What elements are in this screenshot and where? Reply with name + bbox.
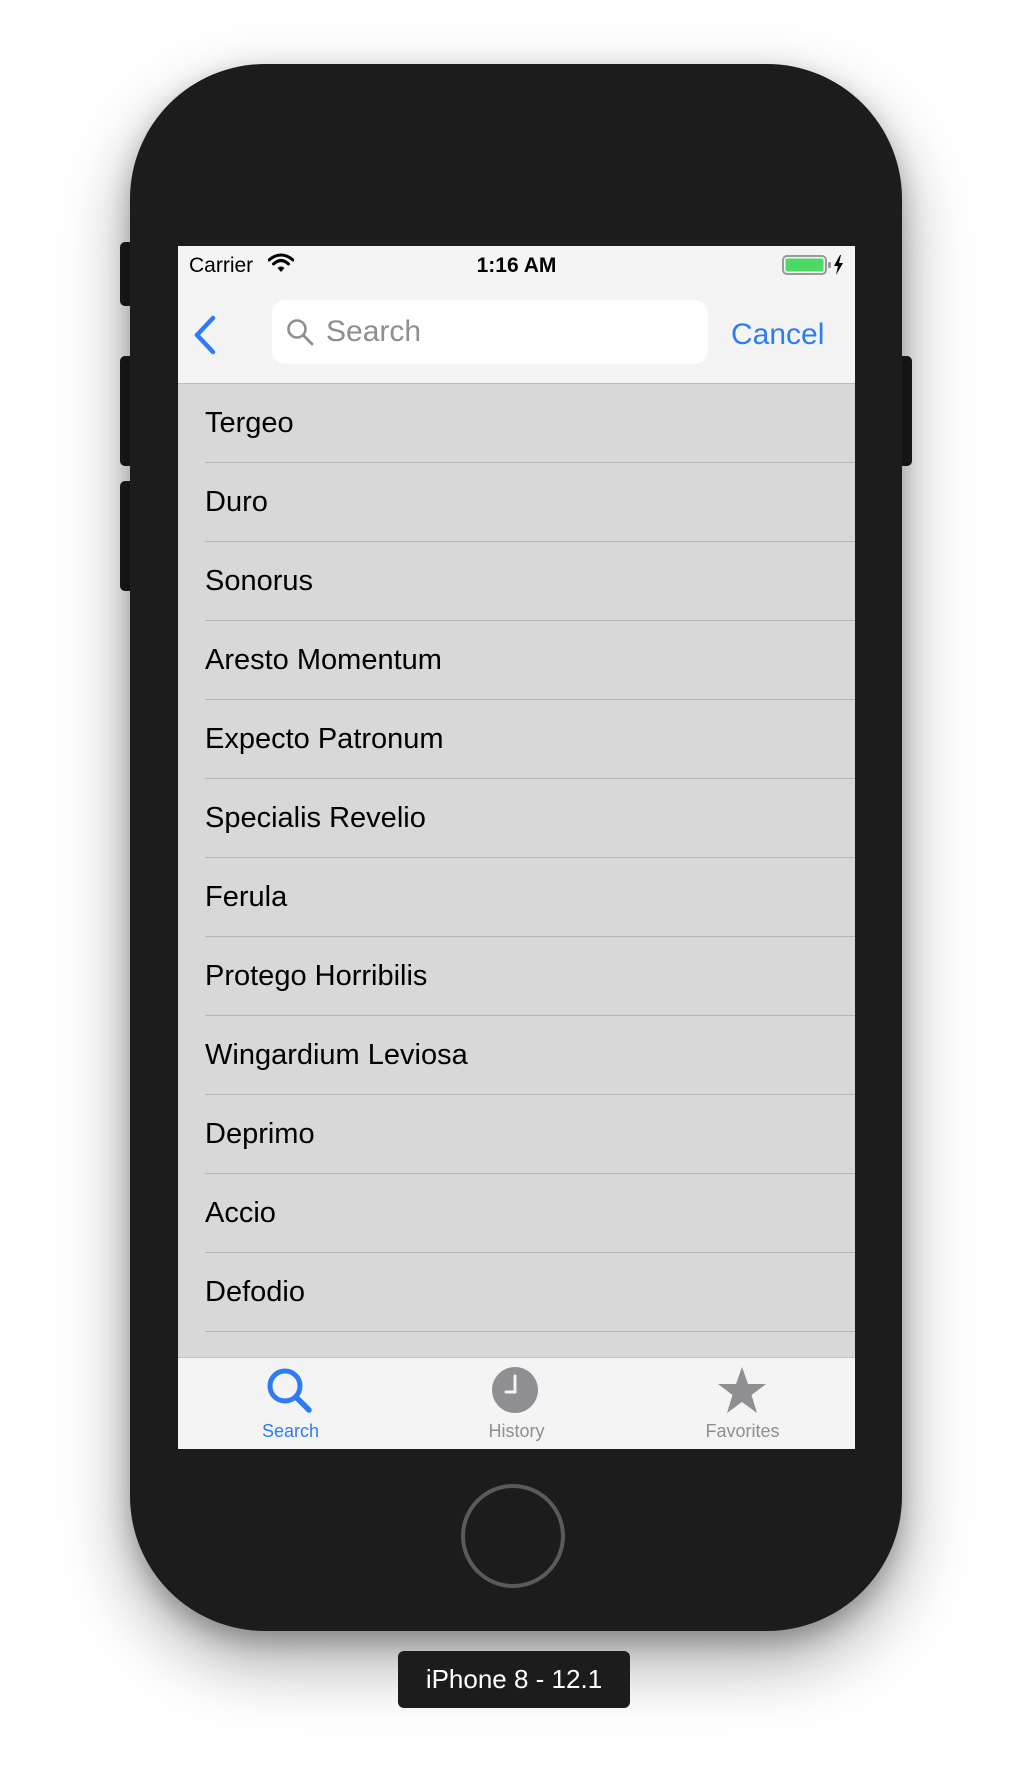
tab-bar: Search History Favorites <box>178 1357 855 1449</box>
device-label: iPhone 8 - 12.1 <box>398 1651 630 1708</box>
list-item[interactable]: Duro <box>178 463 855 542</box>
navigation-bar: Cancel <box>178 286 855 384</box>
search-icon <box>286 318 314 351</box>
search-icon <box>267 1368 312 1413</box>
clock-icon <box>492 1367 538 1413</box>
tab-label: Favorites <box>705 1421 780 1441</box>
tab-label: Search <box>261 1421 320 1441</box>
tab-search[interactable]: Search <box>178 1358 403 1449</box>
list-item[interactable]: Defodio <box>178 1253 855 1332</box>
tab-favorites[interactable]: Favorites <box>630 1358 855 1449</box>
list-item[interactable]: Deprimo <box>178 1095 855 1174</box>
list-item[interactable]: Tergeo <box>178 384 855 463</box>
battery-icon <box>782 254 846 282</box>
tab-history[interactable]: History <box>404 1358 629 1449</box>
status-time: 1:16 AM <box>476 254 557 277</box>
results-list: Tergeo Duro Sonorus Aresto Momentum Expe… <box>178 384 855 1357</box>
back-chevron-icon[interactable] <box>192 315 218 360</box>
list-item[interactable]: Accio <box>178 1174 855 1253</box>
star-icon <box>718 1367 766 1413</box>
home-button[interactable] <box>461 1484 565 1588</box>
tab-label: History <box>488 1421 545 1441</box>
cancel-button[interactable]: Cancel <box>731 286 824 383</box>
list-item[interactable]: Wingardium Leviosa <box>178 1016 855 1095</box>
search-input[interactable] <box>326 300 696 364</box>
search-bar[interactable] <box>272 300 708 364</box>
list-item[interactable]: Ferula <box>178 858 855 937</box>
device-screen: Carrier 1:16 AM Search Cancel Tergeo Dur… <box>178 246 855 1449</box>
status-bar: Carrier 1:16 AM <box>178 246 855 286</box>
list-item[interactable]: Aresto Momentum <box>178 621 855 700</box>
list-item[interactable]: Expecto Patronum <box>178 700 855 779</box>
list-item[interactable]: Sonorus <box>178 542 855 621</box>
list-item[interactable]: Protego Horribilis <box>178 937 855 1016</box>
list-item[interactable]: Specialis Revelio <box>178 779 855 858</box>
